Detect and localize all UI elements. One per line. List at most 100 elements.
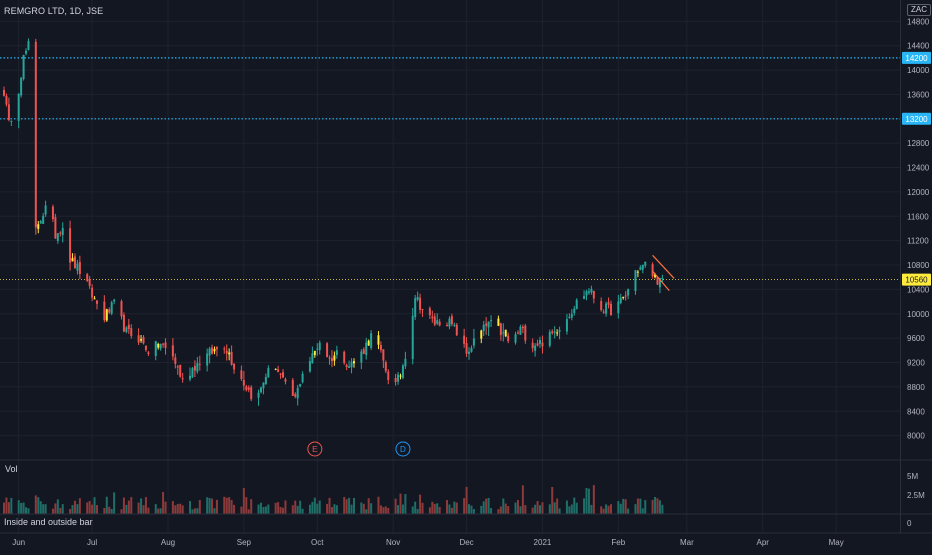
volume-bar — [328, 497, 331, 514]
candle-body — [399, 375, 402, 377]
candle-body — [514, 334, 517, 343]
indicator-label[interactable]: Inside and outside bar — [4, 517, 93, 527]
candle — [291, 377, 294, 397]
candle-body — [536, 343, 539, 346]
candle-body — [436, 320, 439, 324]
candle-body — [565, 319, 568, 332]
candle-body — [539, 339, 542, 344]
volume-bar — [313, 497, 316, 514]
candle — [191, 367, 194, 379]
candle-body — [284, 379, 287, 382]
candle-body — [382, 349, 385, 361]
volume-bar — [284, 500, 287, 514]
volume-bar — [497, 509, 500, 514]
candle-body — [291, 379, 294, 396]
candle-body — [179, 364, 182, 377]
candle-body — [191, 368, 194, 378]
candle-body — [453, 324, 456, 326]
volume-bar — [536, 501, 539, 514]
volume-bar — [25, 507, 28, 514]
volume-bar — [575, 502, 578, 514]
volume-bar — [416, 508, 419, 514]
currency-badge[interactable]: ZAC — [907, 4, 931, 16]
chart-root[interactable]: E D 8000 8400 8800 9200 9600 10000 10400 10800 11… — [0, 0, 932, 550]
volume-bar — [639, 498, 642, 514]
volume-bar — [22, 502, 25, 514]
volume-bar — [27, 508, 30, 514]
candle-body — [394, 377, 397, 382]
volume-bar — [656, 498, 659, 514]
candle-body — [282, 372, 285, 378]
candle-body — [519, 326, 522, 335]
candle-body — [113, 299, 116, 302]
volume-bar — [137, 502, 140, 514]
volume-label[interactable]: Vol — [5, 464, 18, 474]
volume-bar — [223, 496, 226, 514]
candle-body — [162, 343, 165, 345]
candle-body — [583, 296, 586, 299]
volume-bar — [587, 488, 590, 514]
volume-bar — [468, 504, 471, 514]
volume-bar — [279, 506, 282, 514]
volume-bar — [211, 498, 214, 514]
candle-body — [120, 301, 123, 317]
candle-body — [130, 328, 133, 337]
volume-bar — [350, 504, 353, 514]
price-tick-label: 14000 — [907, 66, 930, 75]
candlestick-chart[interactable]: E D 8000 8400 8800 9200 9600 10000 10400 10800 11… — [0, 0, 932, 550]
volume-bar — [78, 498, 81, 514]
candle-body — [634, 270, 637, 292]
candle-body — [499, 323, 502, 336]
volume-bar — [634, 504, 637, 514]
volume-bar — [259, 502, 262, 514]
candle-body — [428, 308, 431, 316]
candle-body — [174, 357, 177, 364]
volume-bar — [590, 504, 593, 514]
candle-body — [345, 364, 348, 368]
candle-body — [240, 370, 243, 380]
candle-body — [326, 343, 329, 358]
candle-body — [367, 340, 370, 346]
volume-bar — [174, 505, 177, 514]
price-tick-label: 14800 — [907, 17, 930, 26]
volume-bar — [499, 506, 502, 514]
candle-body — [504, 329, 507, 337]
volume-bar — [487, 497, 490, 514]
time-tick-label: 2021 — [534, 538, 552, 547]
candle-body — [157, 343, 160, 348]
candle-body — [446, 324, 448, 326]
candle-body — [294, 394, 297, 397]
volume-bar — [264, 506, 267, 514]
price-tick-label: 11200 — [907, 237, 929, 246]
volume-bar — [196, 508, 199, 514]
symbol-title[interactable]: REMGRO LTD, 1D, JSE — [4, 6, 103, 16]
candle-body — [311, 353, 314, 364]
candle-body — [91, 287, 94, 298]
candle-body — [404, 358, 407, 367]
volume-bar — [514, 502, 517, 514]
candle-body — [370, 333, 373, 348]
candle-body — [421, 309, 424, 311]
candle-body — [233, 363, 236, 370]
candle-body — [299, 383, 302, 387]
time-tick-label: Mar — [680, 538, 694, 547]
price-tick-label: 10000 — [907, 310, 930, 319]
candle-body — [125, 327, 128, 333]
volume-bar — [617, 501, 620, 514]
volume-bar — [179, 503, 182, 514]
candle-body — [20, 78, 23, 96]
candle-body — [607, 302, 610, 305]
volume-bar — [428, 507, 431, 514]
volume-bar — [404, 494, 407, 514]
volume-bar — [348, 497, 351, 514]
time-tick-label: Jul — [87, 538, 97, 547]
volume-bar — [191, 509, 194, 514]
candle-body — [343, 351, 346, 363]
volume-bar — [189, 501, 192, 514]
volume-bar — [414, 501, 417, 514]
candle-body — [34, 41, 37, 228]
volume-bar — [524, 505, 527, 514]
candle-body — [301, 373, 304, 383]
volume-bar — [10, 497, 13, 514]
candle-body — [108, 309, 111, 313]
